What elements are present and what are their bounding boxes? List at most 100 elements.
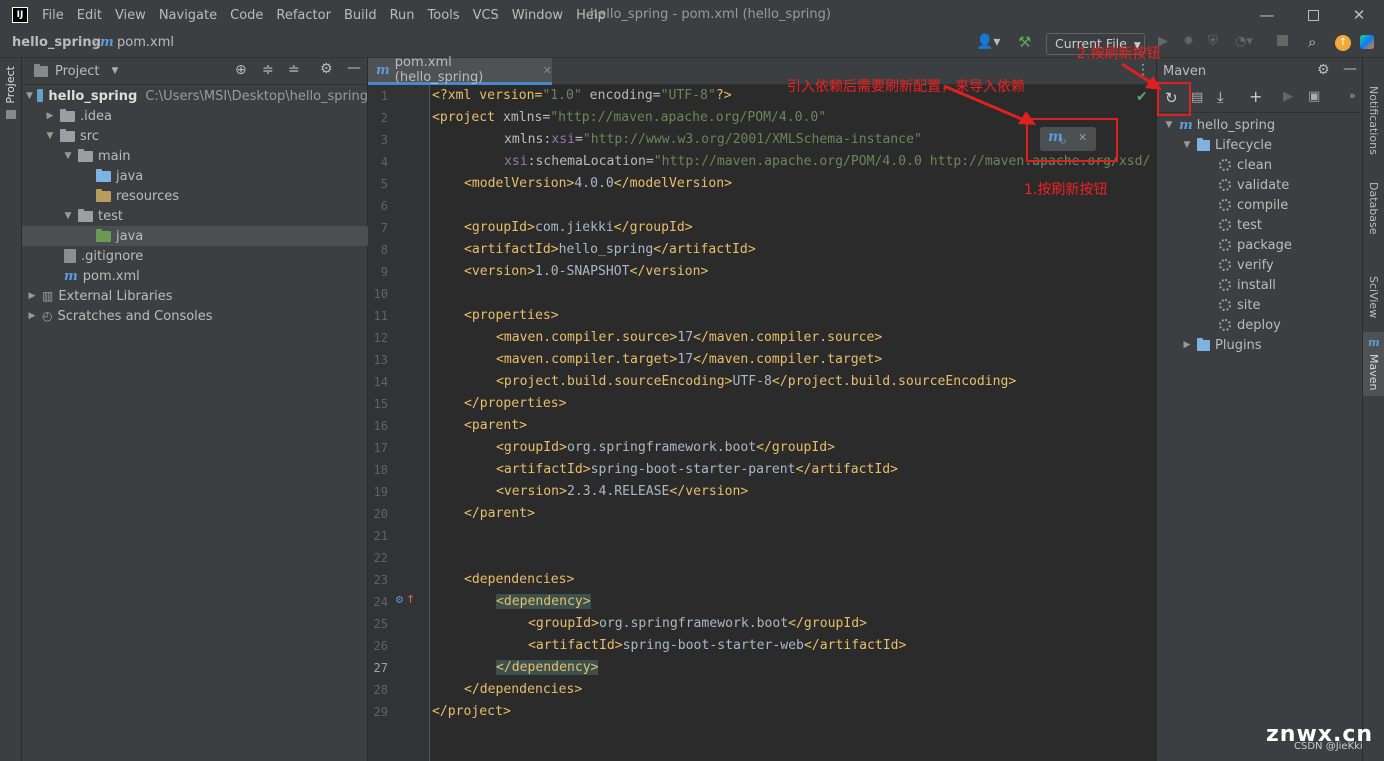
intellij-logo-icon[interactable]: IJ bbox=[12, 7, 28, 23]
menu-refactor[interactable]: Refactor bbox=[276, 8, 331, 23]
tree-item-main-java[interactable]: java bbox=[22, 166, 368, 186]
tree-item-label: src bbox=[80, 128, 99, 144]
tree-item-label: Scratches and Consoles bbox=[57, 308, 213, 324]
jetbrains-toolbox-icon[interactable] bbox=[1360, 35, 1374, 49]
code-token: "UTF-8" bbox=[660, 88, 716, 103]
database-tool-tab[interactable]: Database bbox=[1367, 182, 1380, 235]
maven-goal-label: site bbox=[1237, 297, 1261, 313]
maven-goal-package[interactable]: package bbox=[1157, 235, 1363, 255]
build-hammer-icon[interactable]: ⚒ bbox=[1018, 33, 1031, 51]
maximize-button[interactable] bbox=[1290, 0, 1336, 30]
maven-file-icon: m bbox=[100, 35, 114, 50]
maven-goal-verify[interactable]: verify bbox=[1157, 255, 1363, 275]
debug-icon[interactable]: ✹ bbox=[1183, 34, 1194, 49]
tree-item-scratches[interactable]: ▶ ◴ Scratches and Consoles bbox=[22, 306, 368, 326]
menu-edit[interactable]: Edit bbox=[77, 8, 102, 23]
expanded-arrow-icon: ▼ bbox=[1183, 140, 1191, 150]
tree-item-test-java[interactable]: java bbox=[22, 226, 368, 246]
maven-goal-site[interactable]: site bbox=[1157, 295, 1363, 315]
collapse-all-icon[interactable]: ≐ bbox=[288, 62, 300, 78]
tab-pom-xml[interactable]: m pom.xml (hello_spring) ✕ bbox=[368, 55, 552, 85]
menu-code[interactable]: Code bbox=[230, 8, 263, 23]
code-token: </groupId> bbox=[613, 220, 693, 235]
project-panel-title[interactable]: Project bbox=[55, 64, 99, 79]
tree-item-label: hello_spring bbox=[48, 88, 138, 104]
code-token: 17 bbox=[677, 330, 694, 345]
collapsed-arrow-icon: ▶ bbox=[46, 111, 54, 121]
maven-plugins-node[interactable]: ▶ Plugins bbox=[1157, 335, 1363, 355]
menu-file[interactable]: File bbox=[42, 8, 64, 23]
execute-maven-goal-icon[interactable]: ▣ bbox=[1308, 89, 1320, 104]
code-token: </artifactId> bbox=[795, 462, 899, 477]
view-chevron-icon[interactable]: ▼ bbox=[111, 66, 118, 76]
update-icon[interactable]: ↑ bbox=[1335, 35, 1351, 51]
maven-goal-gear-icon bbox=[1219, 319, 1231, 331]
tree-item-gitignore[interactable]: .gitignore bbox=[22, 246, 368, 266]
tree-item-external-libraries[interactable]: ▶ ▥ External Libraries bbox=[22, 286, 368, 306]
code-token: <version> bbox=[464, 264, 535, 279]
coverage-icon[interactable]: ⛨ bbox=[1208, 34, 1218, 49]
search-icon[interactable]: ⌕ bbox=[1308, 33, 1316, 51]
hide-panel-icon[interactable]: — bbox=[347, 60, 361, 76]
maven-hide-icon[interactable]: — bbox=[1343, 61, 1357, 77]
maven-goal-deploy[interactable]: deploy bbox=[1157, 315, 1363, 335]
download-sources-icon[interactable]: ⤓ bbox=[1217, 88, 1224, 106]
menu-build[interactable]: Build bbox=[344, 8, 377, 23]
expand-all-icon[interactable]: ≑ bbox=[262, 62, 274, 78]
sciview-tool-tab[interactable]: SciView bbox=[1367, 276, 1380, 318]
run-maven-build-icon[interactable]: ▶ bbox=[1283, 89, 1293, 104]
profile-icon[interactable]: ◔▾ bbox=[1235, 34, 1253, 49]
maven-project-root[interactable]: ▼ m hello_spring bbox=[1157, 115, 1363, 135]
line-number: 5 bbox=[380, 177, 388, 191]
tree-item-main[interactable]: ▼ main bbox=[22, 146, 368, 166]
code-token: = bbox=[574, 132, 583, 147]
tree-item-hello-spring[interactable]: ▼ hello_spring C:\Users\MSI\Desktop\hell… bbox=[22, 86, 368, 106]
line-number: 23 bbox=[373, 573, 388, 587]
tree-item-test[interactable]: ▼ test bbox=[22, 206, 368, 226]
menu-view[interactable]: View bbox=[115, 8, 146, 23]
close-window-button[interactable]: ✕ bbox=[1336, 0, 1382, 30]
user-icon[interactable]: 👤▾ bbox=[976, 34, 1000, 50]
maven-goal-gear-icon bbox=[1219, 179, 1231, 191]
collapsed-arrow-icon: ▶ bbox=[28, 291, 36, 301]
maven-goal-test[interactable]: test bbox=[1157, 215, 1363, 235]
maven-goal-clean[interactable]: clean bbox=[1157, 155, 1363, 175]
tree-item-resources[interactable]: resources bbox=[22, 186, 368, 206]
code-token: </artifactId> bbox=[803, 638, 907, 653]
menu-window[interactable]: Window bbox=[512, 8, 563, 23]
code-token: "1.0" bbox=[542, 88, 582, 103]
breadcrumb-file[interactable]: pom.xml bbox=[117, 35, 174, 50]
add-maven-project-icon[interactable]: + bbox=[1249, 87, 1262, 106]
navigation-bar: hello_spring 〉 m pom.xml 👤▾ ⚒ Current Fi… bbox=[0, 30, 1384, 58]
line-number: 15 bbox=[373, 397, 388, 411]
plugins-label: Plugins bbox=[1215, 337, 1262, 353]
maven-tool-tab[interactable]: m Maven bbox=[1363, 332, 1384, 396]
dependency-indicator-icon[interactable]: ⚙ bbox=[395, 595, 404, 606]
maven-goal-compile[interactable]: compile bbox=[1157, 195, 1363, 215]
menu-tools[interactable]: Tools bbox=[428, 8, 460, 23]
maven-goal-install[interactable]: install bbox=[1157, 275, 1363, 295]
minimize-button[interactable]: — bbox=[1244, 0, 1290, 30]
maven-lifecycle-node[interactable]: ▼ Lifecycle bbox=[1157, 135, 1363, 155]
close-tab-icon[interactable]: ✕ bbox=[543, 64, 552, 77]
notifications-tool-tab[interactable]: Notifications bbox=[1367, 86, 1380, 155]
code-token: ?> bbox=[715, 88, 732, 103]
more-toolbar-icon[interactable]: » bbox=[1349, 89, 1356, 102]
tree-item-src[interactable]: ▼ src bbox=[22, 126, 368, 146]
settings-gear-icon[interactable]: ⚙ bbox=[320, 61, 333, 77]
menu-navigate[interactable]: Navigate bbox=[159, 8, 217, 23]
breadcrumb-project[interactable]: hello_spring bbox=[12, 35, 101, 50]
project-tool-tab[interactable]: Project bbox=[4, 66, 17, 104]
menu-vcs[interactable]: VCS bbox=[473, 8, 499, 23]
stop-icon[interactable] bbox=[1277, 35, 1288, 46]
menu-run[interactable]: Run bbox=[390, 8, 415, 23]
locate-icon[interactable]: ⊕ bbox=[235, 62, 247, 78]
tree-item-idea[interactable]: ▶ .idea bbox=[22, 106, 368, 126]
maven-goal-label: clean bbox=[1237, 157, 1272, 173]
line-number: 9 bbox=[380, 265, 388, 279]
generate-sources-icon[interactable]: ▤ bbox=[1191, 90, 1203, 105]
tree-item-pom[interactable]: m pom.xml bbox=[22, 266, 368, 286]
tree-item-label: resources bbox=[116, 188, 180, 204]
maven-settings-gear-icon[interactable]: ⚙ bbox=[1317, 62, 1330, 78]
maven-goal-validate[interactable]: validate bbox=[1157, 175, 1363, 195]
